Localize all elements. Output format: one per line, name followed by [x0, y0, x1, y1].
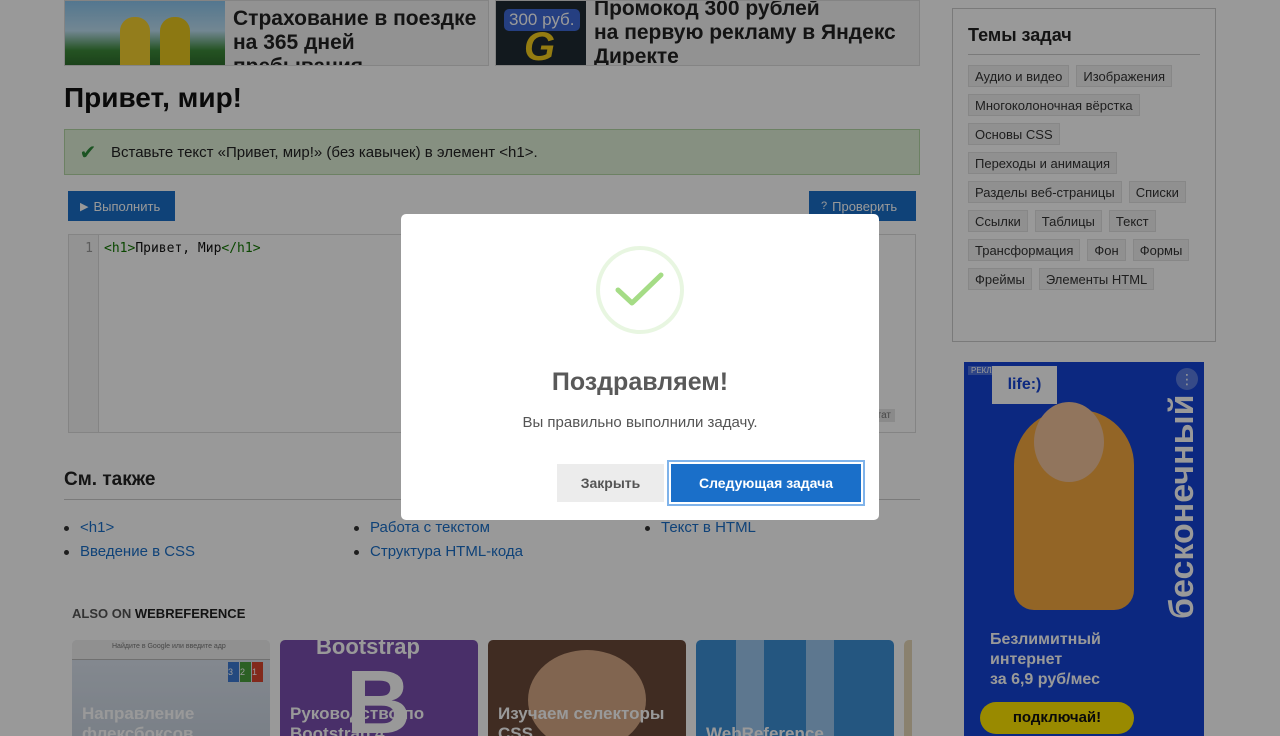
close-button[interactable]: Закрыть: [557, 464, 664, 502]
dialog-message: Вы правильно выполнили задачу.: [522, 414, 758, 431]
success-check-icon: [596, 246, 684, 334]
success-dialog: Поздравляем! Вы правильно выполнили зада…: [401, 214, 879, 520]
next-task-button[interactable]: Следующая задача: [671, 464, 861, 502]
dialog-title: Поздравляем!: [551, 368, 729, 396]
